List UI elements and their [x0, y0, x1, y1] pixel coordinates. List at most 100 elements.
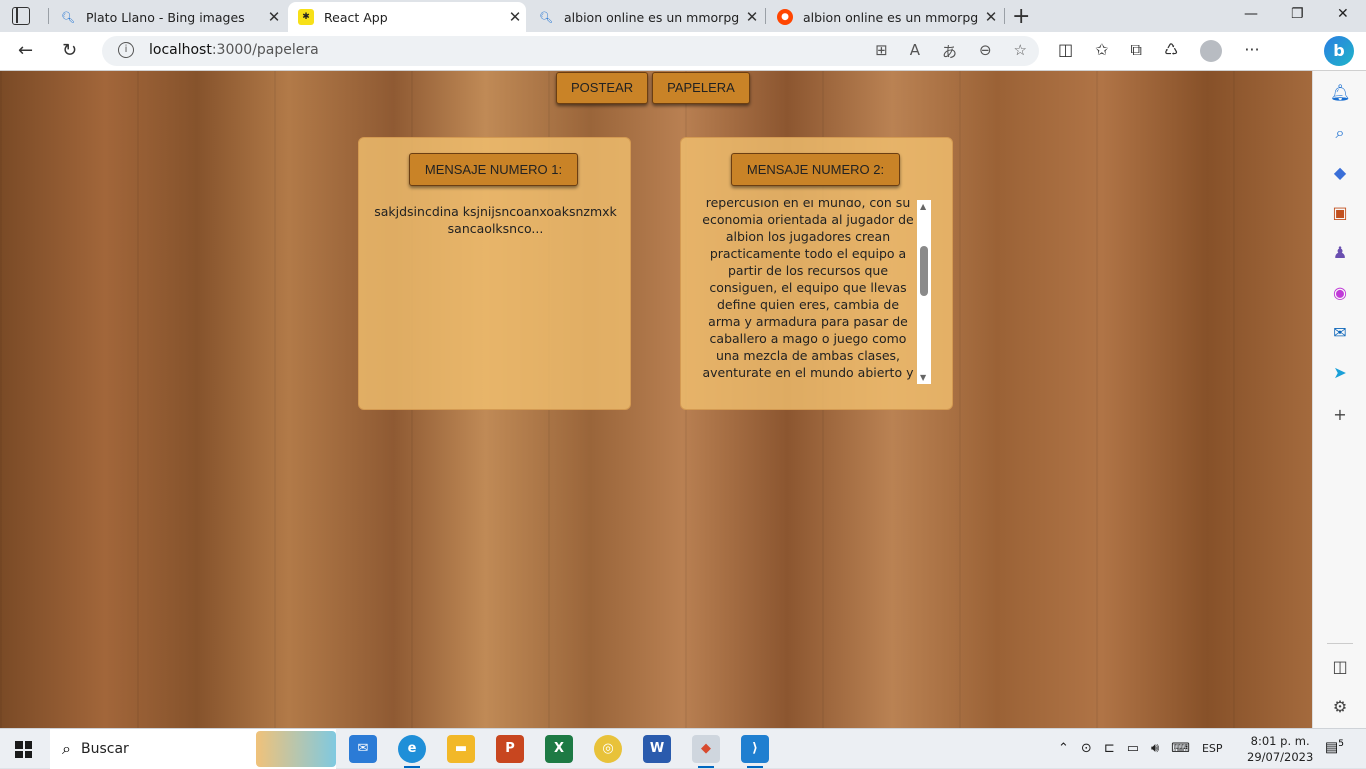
tab-react-app[interactable]: ✱ React App ✕ [288, 2, 526, 32]
taskbar-clock[interactable]: 8:01 p. m. 29/07/2023 [1247, 733, 1313, 765]
scrollbar[interactable]: ▲ ▼ [917, 200, 931, 384]
reddit-icon: ● [777, 9, 793, 25]
add-sidebar-icon[interactable]: + [1330, 405, 1350, 425]
message-card-text: repercusion en el mundo, con su economia… [702, 200, 914, 384]
post-button[interactable]: POSTEAR [556, 72, 649, 104]
scroll-up-icon[interactable]: ▲ [920, 202, 926, 211]
minimize-icon[interactable]: — [1244, 6, 1258, 22]
page-viewport: POSTEAR PAPELERA MENSAJE NUMERO 1: sakjd… [0, 71, 1312, 728]
system-tray: ⌃ ⊙ ⊏ ▭ 🔊︎ ⌨ ESP [1058, 741, 1223, 756]
powerpoint-icon[interactable]: P [496, 735, 524, 763]
tray-app-icon[interactable]: ⊙ [1081, 741, 1092, 756]
bing-copilot-icon[interactable]: b [1324, 36, 1354, 66]
url-text[interactable]: localhost:3000/papelera [149, 42, 319, 58]
sidebar-toggle-icon[interactable]: ◫ [1330, 657, 1350, 677]
microsoft-365-icon[interactable]: ◉ [1330, 283, 1350, 303]
start-windows-icon[interactable] [15, 741, 32, 758]
file-explorer-icon[interactable]: ▬ [447, 735, 475, 763]
favorite-star-icon[interactable]: ☆ [1014, 41, 1027, 62]
tab-title: Plato Llano - Bing images [86, 9, 245, 25]
read-aloud-icon[interactable]: A [910, 41, 920, 62]
top-nav: POSTEAR PAPELERA [556, 72, 750, 104]
vscode-icon[interactable]: ⟩ [741, 735, 769, 768]
language-indicator[interactable]: ESP [1202, 742, 1223, 756]
shopping-tag-icon[interactable]: ◆ [1330, 163, 1350, 183]
notification-center-icon[interactable]: ▤5 [1325, 739, 1344, 756]
scroll-down-icon[interactable]: ▼ [920, 373, 926, 382]
drop-icon[interactable]: ➤ [1330, 363, 1350, 383]
browser-tab-bar: 🔍︎ Plato Llano - Bing images ✕ ✱ React A… [0, 0, 1366, 32]
url-host: localhost [149, 42, 212, 58]
excel-icon[interactable]: X [545, 735, 573, 763]
favorites-icon[interactable]: ✩ [1095, 40, 1108, 62]
message-card-header[interactable]: MENSAJE NUMERO 2: [731, 153, 900, 186]
word-icon[interactable]: W [643, 735, 671, 763]
more-menu-icon[interactable]: ··· [1244, 40, 1259, 62]
tab-separator [48, 8, 49, 24]
restore-icon[interactable]: ❐ [1291, 6, 1304, 22]
message-card-text: sakjdsincdina ksjnijsncoanxoaksnzmxksanc… [374, 204, 617, 236]
message-scroll-area[interactable]: repercusion en el mundo, con su economia… [701, 200, 931, 384]
taskbar-search-label: Buscar [80, 741, 129, 757]
address-bar[interactable]: i localhost:3000/papelera ⊞ A あ ⊖ ☆ [102, 36, 1039, 66]
back-icon[interactable]: ← [18, 40, 33, 61]
tab-actions-icon[interactable] [12, 7, 30, 25]
profile-avatar[interactable] [1200, 40, 1223, 62]
edge-sidebar: 🔔︎ ⌕ ◆ ▣ ♟ ◉ ✉ ➤ + ◫ ⚙ [1312, 71, 1366, 728]
url-path: :3000/papelera [211, 42, 319, 58]
address-bar-row: ← ↻ i localhost:3000/papelera ⊞ A あ ⊖ ☆ … [0, 32, 1366, 71]
tab-bing-images[interactable]: 🔍︎ Plato Llano - Bing images ✕ [50, 2, 285, 32]
tab-albion-search[interactable]: 🔍︎ albion online es un mmorpg no l ✕ [528, 2, 763, 32]
volume-icon[interactable]: 🔊︎ [1151, 741, 1159, 756]
refresh-icon[interactable]: ↻ [62, 40, 77, 61]
sidebar-divider [1327, 643, 1353, 644]
network-icon[interactable]: ▭ [1127, 741, 1139, 756]
search-icon[interactable]: ⌕ [1330, 123, 1350, 143]
chrome-icon[interactable]: ◎ [594, 735, 622, 763]
keyboard-icon[interactable]: ⌨ [1171, 741, 1190, 756]
outlook-icon[interactable]: ✉ [1330, 323, 1350, 343]
tools-icon[interactable]: ▣ [1330, 203, 1350, 223]
edge-app-icon[interactable]: e [398, 735, 426, 768]
settings-gear-icon[interactable]: ⚙ [1330, 697, 1350, 717]
tab-albion-reddit[interactable]: ● albion online es un mmorpg no l ✕ [767, 2, 1002, 32]
mail-app-icon[interactable]: ✉ [349, 735, 377, 763]
scrollbar-thumb[interactable] [920, 246, 928, 296]
clock-time: 8:01 p. m. [1250, 734, 1310, 748]
notifications-bell-icon[interactable]: 🔔︎ [1330, 83, 1350, 103]
close-tab-icon[interactable]: ✕ [741, 8, 763, 26]
tab-separator [1004, 8, 1005, 24]
apps-icon[interactable]: ⊞ [875, 41, 888, 62]
close-window-icon[interactable]: ✕ [1337, 6, 1349, 22]
zoom-out-icon[interactable]: ⊖ [979, 41, 992, 62]
games-icon[interactable]: ♟ [1330, 243, 1350, 263]
message-card-2: MENSAJE NUMERO 2: repercusion en el mund… [680, 137, 953, 410]
search-highlight-image [256, 731, 336, 767]
translate-icon[interactable]: あ [942, 41, 957, 62]
windows-taskbar: ⌕ Buscar ✉ e ▬ P X ◎ W ◆ ⟩ ⌃ ⊙ ⊏ ▭ 🔊︎ ⌨ … [0, 728, 1366, 769]
close-tab-icon[interactable]: ✕ [263, 8, 285, 26]
performance-icon[interactable]: ♺ [1164, 40, 1178, 62]
tray-chevron-up-icon[interactable]: ⌃ [1058, 741, 1069, 756]
clock-date: 29/07/2023 [1247, 750, 1314, 764]
browser-toolbar: ◫ ✩ ⧉ ♺ ··· [1058, 40, 1260, 62]
close-tab-icon[interactable]: ✕ [980, 8, 1002, 26]
tray-device-icon[interactable]: ⊏ [1104, 741, 1115, 756]
tab-separator [765, 8, 766, 24]
react-icon: ✱ [298, 9, 314, 25]
site-info-icon[interactable]: i [118, 42, 134, 58]
taskbar-search[interactable]: ⌕ Buscar [50, 729, 336, 769]
search-icon: 🔍︎ [539, 10, 553, 24]
trash-button[interactable]: PAPELERA [652, 72, 750, 104]
search-icon: ⌕ [62, 739, 71, 758]
new-tab-icon[interactable]: + [1012, 4, 1030, 29]
split-screen-icon[interactable]: ◫ [1058, 40, 1073, 62]
notification-count: 5 [1338, 739, 1344, 749]
collections-icon[interactable]: ⧉ [1131, 40, 1142, 62]
address-bar-actions: ⊞ A あ ⊖ ☆ [875, 41, 1027, 62]
message-card-1: MENSAJE NUMERO 1: sakjdsincdina ksjnijsn… [358, 137, 631, 410]
close-tab-icon[interactable]: ✕ [504, 8, 526, 26]
git-app-icon[interactable]: ◆ [692, 735, 720, 768]
search-icon: 🔍︎ [61, 10, 75, 24]
message-card-header[interactable]: MENSAJE NUMERO 1: [409, 153, 578, 186]
